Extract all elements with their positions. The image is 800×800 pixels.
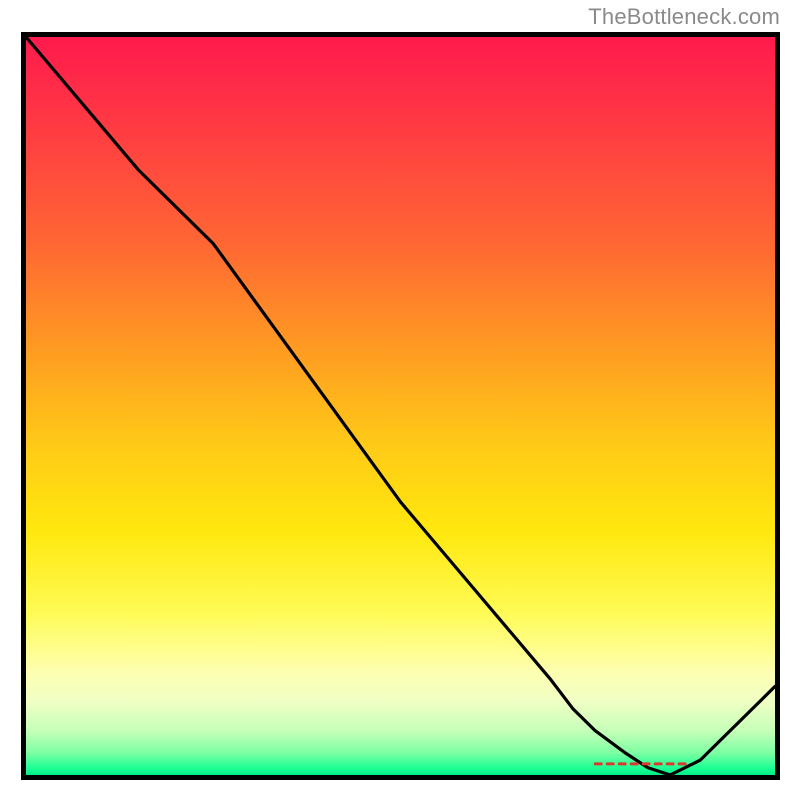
bottleneck-curve-line (26, 37, 775, 775)
plot-area (21, 32, 780, 780)
line-chart-svg (26, 37, 775, 775)
attribution-text: TheBottleneck.com (588, 4, 780, 30)
chart-container: TheBottleneck.com (0, 0, 800, 800)
